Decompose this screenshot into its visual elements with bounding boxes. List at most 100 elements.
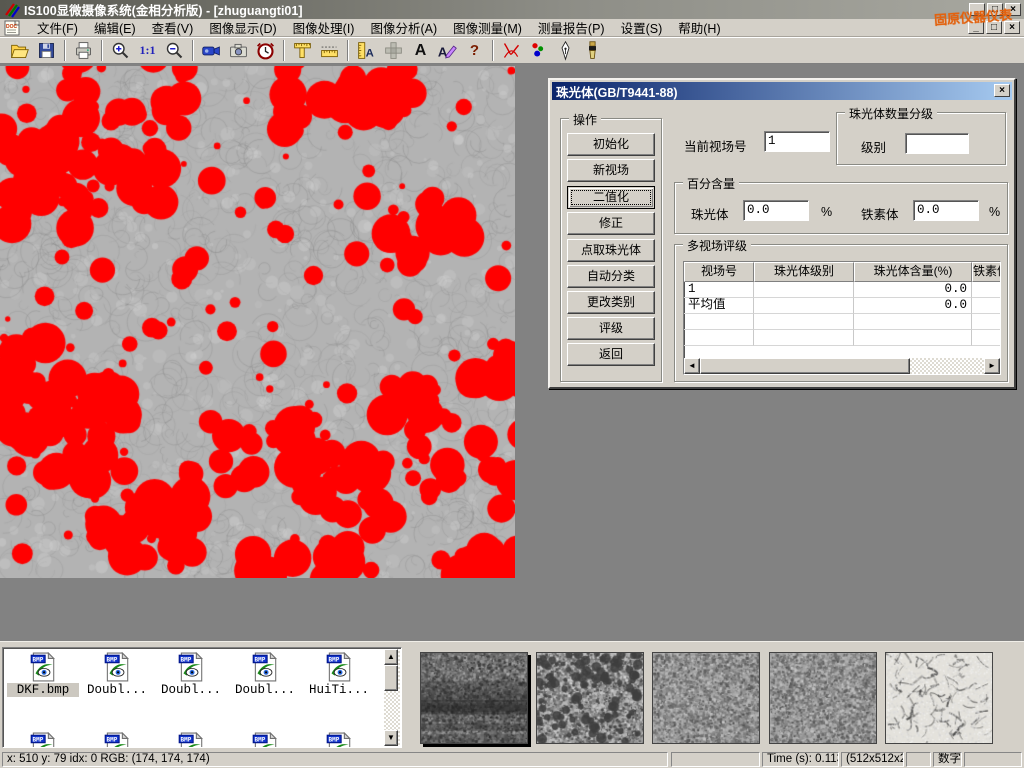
- timer-icon[interactable]: [252, 39, 279, 63]
- stitch-icon[interactable]: [380, 39, 407, 63]
- menu-image-analysis[interactable]: 图像分析(A): [362, 17, 445, 38]
- current-field-input[interactable]: 1: [764, 131, 830, 152]
- rating-table-header: 视场号 珠光体级别 珠光体含量(%) 铁素体含量(%): [684, 262, 1000, 282]
- toolbar-separator: [101, 40, 103, 61]
- cell-grade: [754, 282, 854, 298]
- scroll-thumb[interactable]: [384, 665, 398, 691]
- scroll-up-icon[interactable]: ▲: [384, 649, 398, 665]
- measure-text-icon[interactable]: A: [353, 39, 380, 63]
- col-pearlite-content[interactable]: 珠光体含量(%): [854, 262, 972, 282]
- menu-image-measure[interactable]: 图像测量(M): [445, 17, 530, 38]
- bmp-file-icon: [104, 652, 130, 682]
- table-row[interactable]: 平均值 0.0: [684, 298, 1000, 314]
- menu-help[interactable]: 帮助(H): [670, 17, 728, 38]
- snapshot-icon[interactable]: [225, 39, 252, 63]
- gallery-panel: DKF.bmp Doubl... Doubl... Doubl... HuiTi…: [0, 641, 1024, 750]
- file-item[interactable]: DKF.bmp: [7, 652, 79, 697]
- grade-input[interactable]: [905, 133, 969, 154]
- operation-group-label: 操作: [569, 111, 601, 128]
- ferrite-percent-input[interactable]: 0.0: [913, 200, 979, 221]
- col-field-no[interactable]: 视场号: [684, 262, 754, 282]
- menu-report[interactable]: 测量报告(P): [530, 17, 613, 38]
- binarize-button[interactable]: 二值化: [567, 186, 655, 209]
- pick-pearlite-button[interactable]: 点取珠光体: [567, 239, 655, 262]
- file-item[interactable]: [229, 732, 301, 748]
- thumbnail-5[interactable]: [885, 652, 993, 744]
- open-icon[interactable]: [6, 39, 33, 63]
- pearlite-percent-input[interactable]: 0.0: [743, 200, 809, 221]
- main-image[interactable]: [0, 66, 515, 578]
- menu-file[interactable]: 文件(F): [29, 17, 86, 38]
- scroll-thumb[interactable]: [700, 358, 910, 374]
- curve-icon[interactable]: [498, 39, 525, 63]
- annotate-icon[interactable]: A: [434, 39, 461, 63]
- change-class-button[interactable]: 更改类别: [567, 291, 655, 314]
- col-ferrite-content[interactable]: 铁素体含量(%): [972, 262, 1001, 282]
- menu-settings[interactable]: 设置(S): [613, 17, 671, 38]
- percent-group-label: 百分含量: [683, 175, 739, 192]
- file-name[interactable]: Doubl...: [229, 683, 301, 697]
- initialize-button[interactable]: 初始化: [567, 133, 655, 156]
- menu-bar: DOC 文件(F) 编辑(E) 查看(V) 图像显示(D) 图像处理(I) 图像…: [0, 19, 1024, 37]
- percent-group: 百分含量 珠光体 0.0 % 铁素体 0.0 %: [674, 182, 1008, 234]
- file-item[interactable]: [303, 732, 375, 748]
- col-pearlite-grade[interactable]: 珠光体级别: [754, 262, 854, 282]
- menu-image-process[interactable]: 图像处理(I): [285, 17, 363, 38]
- table-row-empty: [684, 330, 1000, 346]
- dialog-title-bar[interactable]: 珠光体(GB/T9441-88) ×: [552, 82, 1012, 100]
- file-item[interactable]: HuiTi...: [303, 652, 375, 697]
- status-mode: 数字: [933, 752, 962, 767]
- file-name[interactable]: Doubl...: [81, 683, 153, 697]
- pearlite-label: 珠光体: [691, 204, 729, 223]
- zoom-in-icon[interactable]: [107, 39, 134, 63]
- scroll-down-icon[interactable]: ▼: [384, 730, 398, 746]
- file-item[interactable]: [81, 732, 153, 748]
- rate-button[interactable]: 评级: [567, 317, 655, 340]
- file-name[interactable]: DKF.bmp: [7, 683, 79, 697]
- print-icon[interactable]: [70, 39, 97, 63]
- file-item[interactable]: [155, 732, 227, 748]
- bmp-file-icon: [30, 652, 56, 682]
- auto-classify-button[interactable]: 自动分类: [567, 265, 655, 288]
- table-row[interactable]: 1 0.0: [684, 282, 1000, 298]
- thumbnail-4[interactable]: [769, 652, 877, 744]
- file-item[interactable]: Doubl...: [81, 652, 153, 697]
- menu-edit[interactable]: 编辑(E): [86, 17, 144, 38]
- correct-button[interactable]: 修正: [567, 212, 655, 235]
- classify-icon[interactable]: [525, 39, 552, 63]
- scroll-right-icon[interactable]: ►: [984, 358, 1000, 374]
- ruler-icon[interactable]: [316, 39, 343, 63]
- menu-image-display[interactable]: 图像显示(D): [201, 17, 284, 38]
- rating-table[interactable]: 视场号 珠光体级别 珠光体含量(%) 铁素体含量(%) 1 0.0 平均值: [683, 261, 1001, 375]
- text-icon[interactable]: A: [407, 39, 434, 63]
- actual-size-icon[interactable]: 1:1: [134, 39, 161, 63]
- file-item[interactable]: Doubl...: [229, 652, 301, 697]
- return-button[interactable]: 返回: [567, 343, 655, 366]
- file-name[interactable]: Doubl...: [155, 683, 227, 697]
- file-browser[interactable]: DKF.bmp Doubl... Doubl... Doubl... HuiTi…: [2, 647, 402, 748]
- help-icon[interactable]: ?: [461, 39, 488, 63]
- video-capture-icon[interactable]: [198, 39, 225, 63]
- mdi-client-area: 珠光体(GB/T9441-88) × 操作 初始化 新视场 二值化 修正 点取珠…: [0, 64, 1024, 641]
- thumbnail-1[interactable]: [420, 652, 528, 744]
- caliper-icon[interactable]: [289, 39, 316, 63]
- status-bar: x: 510 y: 79 idx: 0 RGB: (174, 174, 174)…: [0, 750, 1024, 768]
- file-name[interactable]: HuiTi...: [303, 683, 375, 697]
- status-empty-2: [906, 752, 931, 767]
- zoom-out-icon[interactable]: [161, 39, 188, 63]
- pen-icon[interactable]: [552, 39, 579, 63]
- file-vscrollbar[interactable]: ▲ ▼: [384, 649, 400, 746]
- thumbnail-2[interactable]: [536, 652, 644, 744]
- status-empty-3: [964, 752, 1022, 767]
- save-icon[interactable]: [33, 39, 60, 63]
- new-field-button[interactable]: 新视场: [567, 159, 655, 182]
- dialog-close-button[interactable]: ×: [994, 84, 1010, 97]
- file-item[interactable]: Doubl...: [155, 652, 227, 697]
- thumbnail-3[interactable]: [652, 652, 760, 744]
- focus-rect: [571, 190, 651, 205]
- file-item[interactable]: [7, 732, 79, 748]
- menu-view[interactable]: 查看(V): [144, 17, 202, 38]
- brush-icon[interactable]: [579, 39, 606, 63]
- table-hscrollbar[interactable]: ◄ ►: [684, 358, 1000, 374]
- scroll-left-icon[interactable]: ◄: [684, 358, 700, 374]
